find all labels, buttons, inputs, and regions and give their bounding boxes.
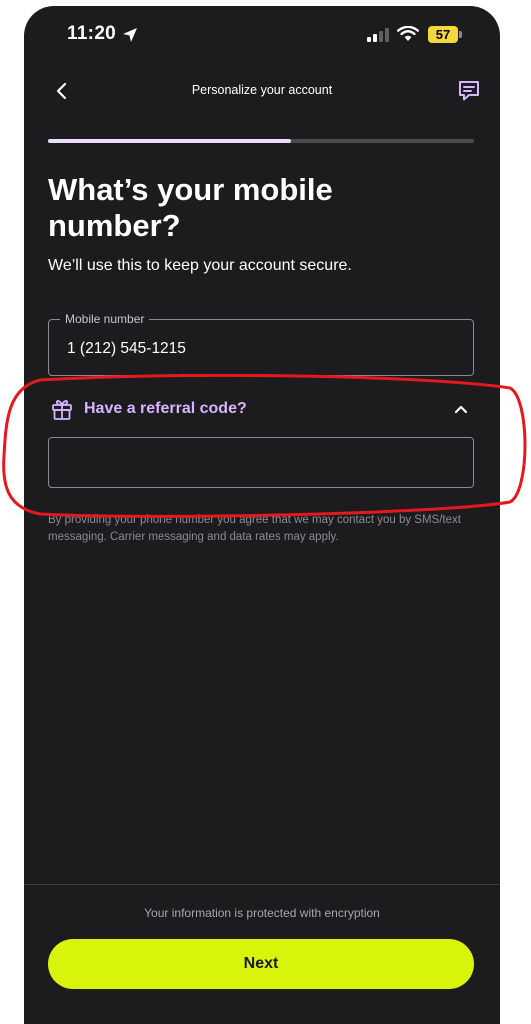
caret-up-icon[interactable] xyxy=(454,404,468,414)
battery-tip xyxy=(459,31,462,38)
progress-bar xyxy=(48,139,474,143)
gift-icon xyxy=(52,400,72,420)
next-button[interactable]: Next xyxy=(48,939,474,989)
page-subtitle: We’ll use this to keep your account secu… xyxy=(48,257,352,274)
status-bar: 11:20 57 xyxy=(24,6,500,62)
footer-divider xyxy=(24,884,500,885)
encryption-note: Your information is protected with encry… xyxy=(144,906,380,920)
signal-icon xyxy=(367,28,389,42)
header-title: Personalize your account xyxy=(191,83,333,97)
location-arrow-icon xyxy=(123,28,137,42)
wifi-icon xyxy=(397,26,419,41)
progress-fill xyxy=(48,139,291,143)
mobile-number-label: Mobile number xyxy=(60,312,150,326)
chat-icon[interactable] xyxy=(456,78,482,104)
battery-icon: 57 xyxy=(428,26,458,43)
phone-screen: 11:20 57 Personalize your account What’s… xyxy=(24,6,500,1024)
mobile-number-field[interactable]: Mobile number 1 (212) 545-1215 xyxy=(48,312,474,376)
page-title: What’s your mobile number? xyxy=(48,172,333,243)
disclaimer-text: By providing your phone number you agree… xyxy=(48,514,461,543)
referral-code-toggle[interactable]: Have a referral code? xyxy=(84,400,247,418)
status-time: 11:20 xyxy=(67,23,117,44)
referral-code-input[interactable] xyxy=(48,437,474,488)
mobile-number-value[interactable]: 1 (212) 545-1215 xyxy=(67,340,186,358)
